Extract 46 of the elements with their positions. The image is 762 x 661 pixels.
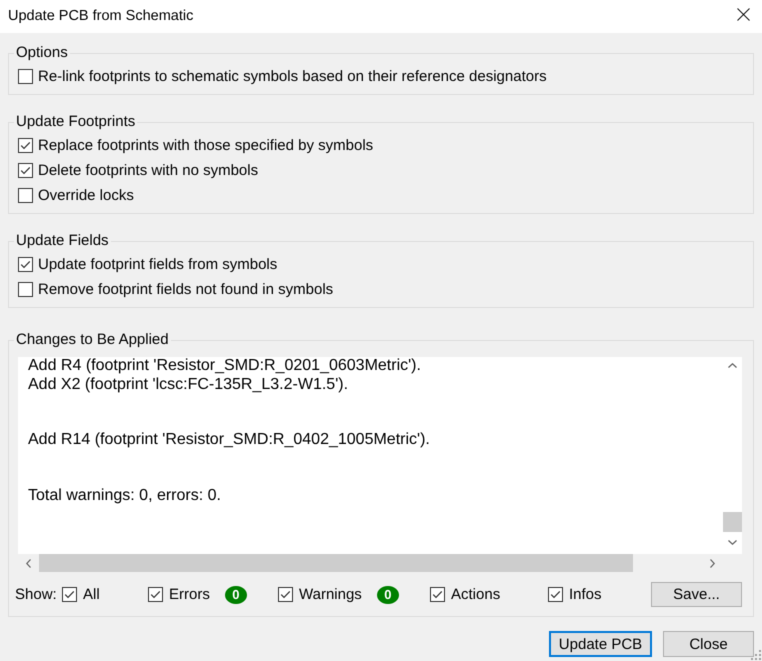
group-title: Update Footprints xyxy=(15,112,136,132)
group-title: Options xyxy=(15,43,69,63)
dialog-button[interactable]: Update PCB xyxy=(549,631,652,657)
checkbox-label: Warnings xyxy=(299,586,362,603)
chevron-down-icon[interactable] xyxy=(728,540,736,544)
chevron-right-icon[interactable] xyxy=(710,558,714,568)
log-line: Total warnings: 0, errors: 0. xyxy=(28,486,221,505)
window-title: Update PCB from Schematic xyxy=(8,8,194,24)
log-line: Add X2 (footprint 'lcsc:FC-135R_L3.2-W1.5'). xyxy=(28,376,348,394)
scrollbar-thumb[interactable] xyxy=(39,554,633,572)
save-button[interactable]: Save... xyxy=(651,582,742,607)
checkbox[interactable] xyxy=(18,257,33,272)
chevron-up-icon[interactable] xyxy=(728,363,736,368)
checkbox-label: Re-link footprints to schematic symbols based on their reference designators xyxy=(38,68,547,85)
group-title: Changes to Be Applied xyxy=(15,330,170,350)
checkbox-label: Delete footprints with no symbols xyxy=(38,162,258,179)
checkbox-label: Infos xyxy=(569,586,602,603)
dialog-button[interactable]: Close xyxy=(663,631,754,657)
checkbox[interactable] xyxy=(430,587,445,602)
checkbox-label: Override locks xyxy=(38,187,134,204)
count-badge: 0 xyxy=(224,586,247,604)
checkbox[interactable] xyxy=(548,587,563,602)
close-icon[interactable] xyxy=(737,8,750,20)
show-label: Show: xyxy=(15,586,57,603)
checkbox[interactable] xyxy=(18,138,33,153)
log-line: Add R14 (footprint 'Resistor_SMD:R_0402_1005Metric'). xyxy=(28,431,430,450)
checkbox-label: Errors xyxy=(169,586,210,603)
checkbox-label: Replace footprints with those specified by symbols xyxy=(38,137,374,154)
resize-grip-icon[interactable] xyxy=(751,650,761,660)
checkbox-label: Actions xyxy=(451,586,500,603)
group-title: Update Fields xyxy=(15,231,110,251)
scrollbar-thumb[interactable] xyxy=(723,512,742,532)
vertical-scrollbar[interactable] xyxy=(722,357,742,554)
checkbox-label: Update footprint fields from symbols xyxy=(38,256,278,273)
checkbox[interactable] xyxy=(148,587,163,602)
checkbox[interactable] xyxy=(278,587,293,602)
chevron-left-icon[interactable] xyxy=(26,558,30,568)
checkbox-label: All xyxy=(83,586,100,603)
checkbox[interactable] xyxy=(18,188,33,203)
checkbox-label: Remove footprint fields not found in symbols xyxy=(38,281,334,298)
log-line: Add R4 (footprint 'Resistor_SMD:R_0201_0603Metric'). xyxy=(28,357,421,376)
checkbox[interactable] xyxy=(18,163,33,178)
checkbox[interactable] xyxy=(18,282,33,297)
checkbox[interactable] xyxy=(62,587,77,602)
count-badge: 0 xyxy=(376,586,399,604)
checkbox[interactable] xyxy=(18,69,33,84)
